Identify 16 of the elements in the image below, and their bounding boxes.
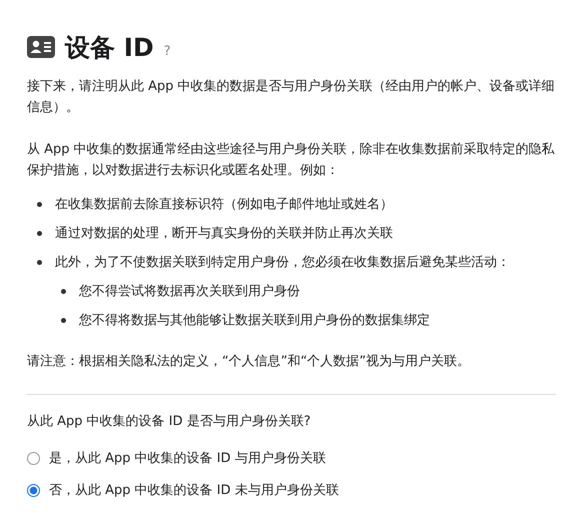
note-text: 请注意：根据相关隐私法的定义，“个人信息”和“个人数据”视为与用户关联。 — [27, 353, 471, 371]
radio-button[interactable] — [27, 484, 40, 496]
bullet-text: 您不得尝试将数据再次关联到用户身份 — [79, 283, 300, 301]
bullet-text: 您不得将数据与其他能够让数据关联到用户身份的数据集绑定 — [79, 312, 430, 330]
paragraph: 接下来，请注明从此 App 中收集的数据是否与用户身份关联（经由用户的帐户、设备或详细信息）。 — [27, 78, 556, 117]
paragraph: 从 App 中收集的数据通常经由这些途径与用户身份关联，除非在收集数据前采取特定的隐私保护措施，以对数据进行去标识化或匿名处理。例如： — [27, 141, 556, 180]
bullet-text: 通过对数据的处理，断开与真实身份的关联并防止再次关联 — [55, 225, 393, 243]
option-label: 是，从此 App 中收集的设备 ID 与用户身份关联 — [49, 450, 326, 467]
page-title: 设备 ID — [65, 32, 154, 64]
bullet-text: 在收集数据前去除直接标识符（例如电子邮件地址或姓名） — [55, 196, 393, 214]
contact-card-icon — [27, 36, 55, 58]
option-label: 否，从此 App 中收集的设备 ID 未与用户身份关联 — [49, 482, 339, 499]
bullet-text: 此外，为了不使数据关联到特定用户身份，您必须在收集数据后避免某些活动： — [55, 254, 510, 272]
radio-button[interactable] — [27, 452, 40, 464]
question-text: 从此 App 中收集的设备 ID 是否与用户身份关联? — [27, 413, 312, 430]
help-icon[interactable]: ? — [164, 44, 171, 58]
